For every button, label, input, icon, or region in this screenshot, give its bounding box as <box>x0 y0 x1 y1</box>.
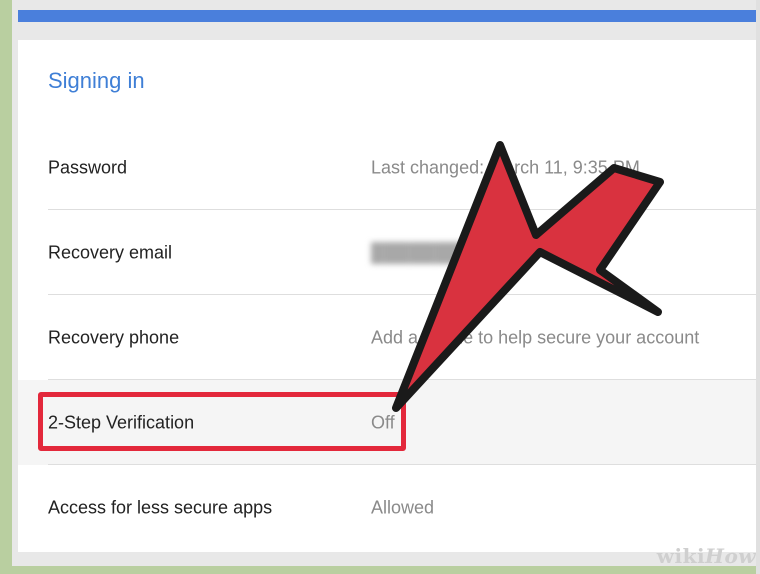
row-value-recovery-phone: Add a phone to help secure your account <box>371 327 700 347</box>
row-value-recovery-email: ████████████ <box>371 242 525 262</box>
row-label-recovery-email: Recovery email <box>48 242 173 262</box>
wikihow-watermark: wikiHow <box>657 544 756 568</box>
scroll-edge <box>756 0 760 574</box>
watermark-wiki: wiki <box>656 544 706 568</box>
highlight-box <box>38 392 406 451</box>
settings-row-password[interactable]: Password Last changed: March 11, 9:35 PM <box>18 125 760 210</box>
settings-row-recovery-email[interactable]: Recovery email ████████████ <box>18 210 760 295</box>
row-value-password: Last changed: March 11, 9:35 PM <box>371 157 640 177</box>
settings-row-recovery-phone[interactable]: Recovery phone Add a phone to help secur… <box>18 295 760 380</box>
settings-row-less-secure-apps[interactable]: Access for less secure apps Allowed <box>18 465 760 550</box>
row-label-recovery-phone: Recovery phone <box>48 327 180 347</box>
row-label-less-secure-apps: Access for less secure apps <box>48 497 273 517</box>
signing-in-card: Signing in Password Last changed: March … <box>18 40 760 552</box>
row-label-password: Password <box>48 157 128 177</box>
section-title: Signing in <box>48 68 145 93</box>
row-value-less-secure-apps: Allowed <box>371 497 435 517</box>
top-accent-bar <box>18 10 760 22</box>
watermark-how: How <box>705 544 756 568</box>
